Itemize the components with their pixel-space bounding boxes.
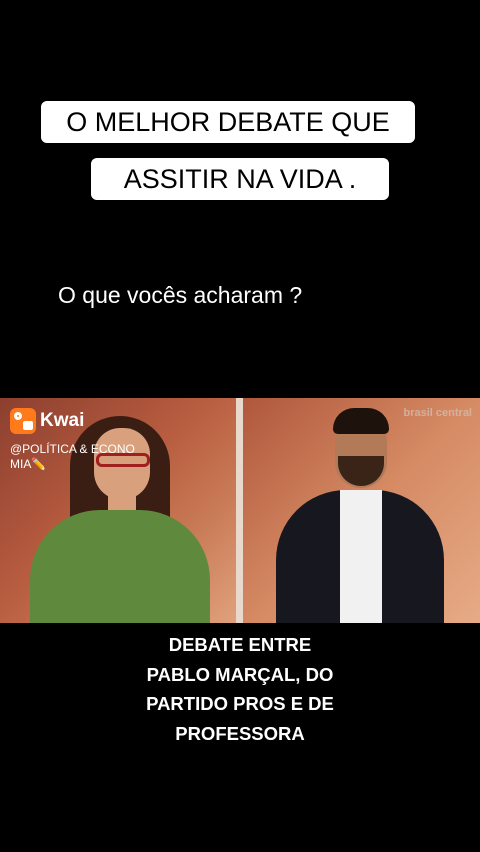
handle-line-1: @POLÍTICA & ECONO: [10, 442, 135, 456]
handle-line-2: MIA✏️: [10, 457, 47, 471]
station-logo: brasil central: [403, 407, 472, 419]
kwai-handle: @POLÍTICA & ECONO MIA✏️: [10, 442, 160, 472]
man-shirt: [340, 490, 382, 623]
video-caption: DEBATE ENTRE PABLO MARÇAL, DO PARTIDO PR…: [0, 630, 480, 748]
woman-body: [30, 510, 210, 623]
kwai-brand-label: Kwai: [40, 410, 85, 431]
question-text: O que vocês acharam ?: [58, 282, 303, 308]
kwai-watermark: Kwai: [10, 408, 84, 434]
caption-line-2: PABLO MARÇAL, DO: [146, 663, 334, 685]
caption-line-1: DEBATE ENTRE: [168, 634, 312, 655]
title-line-1: O MELHOR DEBATE QUE: [41, 101, 415, 143]
video-frame[interactable]: Kwai @POLÍTICA & ECONO MIA✏️ brasil cent…: [0, 398, 480, 623]
title-line-2: ASSITIR NA VIDA .: [91, 158, 389, 200]
caption-line-4: PROFESSORA: [175, 722, 305, 744]
caption-line-3: PARTIDO PROS E DE: [146, 693, 334, 714]
man-hair: [333, 408, 389, 434]
kwai-camera-icon: [10, 408, 36, 434]
split-divider: [236, 398, 243, 623]
